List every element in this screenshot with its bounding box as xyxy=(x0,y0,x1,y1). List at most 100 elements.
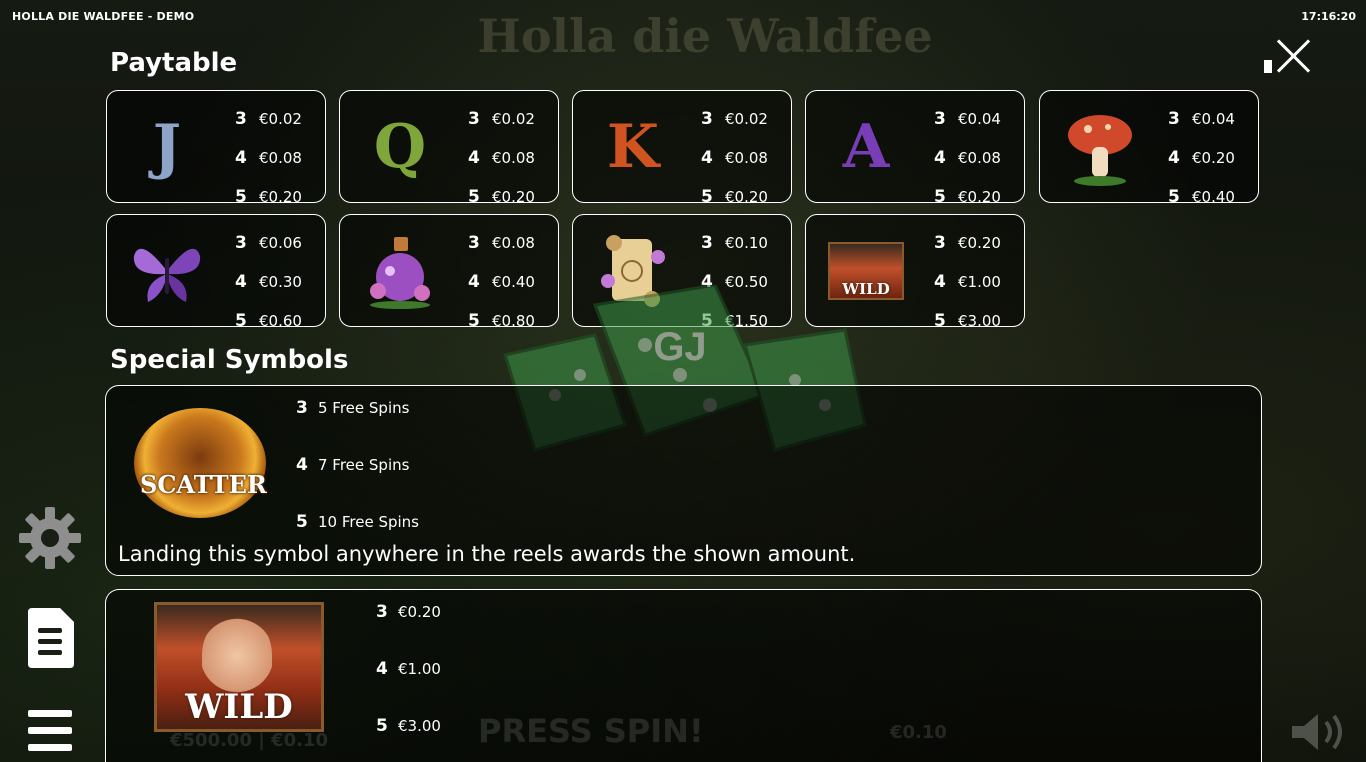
payout-value: €0.04 xyxy=(1192,109,1235,128)
match-count: 4 xyxy=(934,271,946,292)
scroll-indicator xyxy=(1264,60,1272,73)
match-count: 3 xyxy=(701,108,713,129)
symbol-card: 3 €0.04 4 €0.20 5 €0.40 xyxy=(1039,90,1259,207)
pay-row: 3 €0.20 xyxy=(934,223,1001,262)
gear-icon[interactable] xyxy=(17,505,83,571)
payout-value: €0.20 xyxy=(725,187,768,206)
match-count: 4 xyxy=(1168,147,1180,168)
payout-value: €0.30 xyxy=(259,272,302,291)
special-symbols-title: Special Symbols xyxy=(110,345,349,375)
match-count: 5 xyxy=(235,310,247,331)
mushroom-icon xyxy=(1060,107,1140,187)
match-count: 3 xyxy=(468,232,480,253)
payout-value: €0.20 xyxy=(958,233,1001,252)
wild-payout: €3.00 xyxy=(398,717,441,735)
pay-row: 5 €0.60 xyxy=(235,301,302,340)
match-count: 4 xyxy=(468,147,480,168)
pay-row: 4 €0.08 xyxy=(701,138,768,177)
match-count: 5 xyxy=(701,186,713,207)
scatter-icon xyxy=(134,408,266,518)
game-title: HOLLA DIE WALDFEE - DEMO xyxy=(12,10,195,23)
match-count: 3 xyxy=(235,232,247,253)
balance-ghost: €500.00 | €0.10 xyxy=(170,730,329,751)
paytable-document-icon[interactable] xyxy=(24,606,76,670)
scatter-award: 10 Free Spins xyxy=(318,513,419,531)
pay-row: 3 €0.02 xyxy=(235,99,302,138)
payout-value: €0.08 xyxy=(958,148,1001,167)
wild-count: 4 xyxy=(376,659,388,679)
symbol-card: A 3 €0.04 4 €0.08 5 €0.20 xyxy=(805,90,1025,207)
scatter-award: 5 Free Spins xyxy=(318,399,410,417)
scatter-symbol-label: SCATTER xyxy=(140,470,267,499)
pay-row: 5 €0.20 xyxy=(468,177,535,216)
close-button[interactable] xyxy=(1274,36,1314,76)
match-count: 5 xyxy=(468,186,480,207)
pay-row: 3 €0.08 xyxy=(468,223,535,262)
wild-count: 3 xyxy=(376,602,388,622)
potion-icon xyxy=(360,231,440,311)
payout-value: €0.06 xyxy=(259,233,302,252)
j-icon: J xyxy=(127,107,207,187)
symbol-card: K 3 €0.02 4 €0.08 5 €0.20 xyxy=(572,90,792,207)
pays-list: 3 €0.02 4 €0.08 5 €0.20 xyxy=(235,99,302,216)
pay-row: 4 €0.20 xyxy=(1168,138,1235,177)
pay-row: 3 €0.10 xyxy=(701,223,768,262)
symbol-letter: Q xyxy=(373,112,427,182)
match-count: 3 xyxy=(701,232,713,253)
wild-row: 4 €1.00 xyxy=(376,659,441,679)
background-game-logo: Holla die Waldfee xyxy=(477,9,933,63)
pay-row: 3 €0.04 xyxy=(1168,99,1235,138)
pays-list: 3 €0.20 4 €1.00 5 €3.00 xyxy=(934,223,1001,340)
payout-value: €0.20 xyxy=(1192,148,1235,167)
clock: 17:16:20 xyxy=(1301,10,1356,23)
match-count: 3 xyxy=(235,108,247,129)
scatter-row: 5 10 Free Spins xyxy=(296,512,419,532)
pay-row: 5 €0.20 xyxy=(934,177,1001,216)
match-count: 3 xyxy=(934,108,946,129)
payout-value: €0.20 xyxy=(958,187,1001,206)
scatter-card: SCATTER 3 5 Free Spins 4 7 Free Spins 5 … xyxy=(105,385,1262,576)
wild-row: 5 €3.00 xyxy=(376,716,441,736)
payout-value: €0.10 xyxy=(725,233,768,252)
pay-row: 5 €0.20 xyxy=(701,177,768,216)
payout-value: €0.02 xyxy=(259,109,302,128)
pay-row: 4 €1.00 xyxy=(934,262,1001,301)
match-count: 4 xyxy=(934,147,946,168)
payout-value: €0.08 xyxy=(725,148,768,167)
scatter-award: 7 Free Spins xyxy=(318,456,410,474)
payout-value: €0.08 xyxy=(259,148,302,167)
scatter-count: 4 xyxy=(296,455,308,475)
sound-icon[interactable] xyxy=(1290,712,1346,752)
press-spin-ghost: PRESS SPIN! xyxy=(478,712,704,750)
pays-list: 3 €0.04 4 €0.08 5 €0.20 xyxy=(934,99,1001,216)
pays-list: 3 €0.02 4 €0.08 5 €0.20 xyxy=(468,99,535,216)
pay-row: 4 €0.08 xyxy=(235,138,302,177)
match-count: 3 xyxy=(468,108,480,129)
match-count: 5 xyxy=(235,186,247,207)
pay-row: 3 €0.02 xyxy=(701,99,768,138)
match-count: 4 xyxy=(235,271,247,292)
payout-value: €0.20 xyxy=(259,187,302,206)
bet-ghost: €0.10 xyxy=(890,722,947,743)
payout-value: €0.08 xyxy=(492,233,535,252)
payout-value: €0.02 xyxy=(492,109,535,128)
payout-value: €0.60 xyxy=(259,311,302,330)
pay-row: 5 €0.40 xyxy=(1168,177,1235,216)
scatter-row: 3 5 Free Spins xyxy=(296,398,409,418)
a-icon: A xyxy=(826,107,906,187)
butterfly-icon xyxy=(127,231,207,311)
wild-row: 3 €0.20 xyxy=(376,602,441,622)
symbol-letter: K xyxy=(606,112,660,182)
pay-row: 5 €3.00 xyxy=(934,301,1001,340)
symbol-card: J 3 €0.02 4 €0.08 5 €0.20 xyxy=(106,90,326,207)
wild-icon: WILD xyxy=(154,602,324,732)
wild-payout: €0.20 xyxy=(398,603,441,621)
pay-row: 3 €0.06 xyxy=(235,223,302,262)
menu-icon[interactable] xyxy=(26,708,74,754)
scatter-description: Landing this symbol anywhere in the reel… xyxy=(118,542,856,566)
paytable-title: Paytable xyxy=(110,48,238,78)
wild-count: 5 xyxy=(376,716,388,736)
pays-list: 3 €0.06 4 €0.30 5 €0.60 xyxy=(235,223,302,340)
payout-value: €0.04 xyxy=(958,109,1001,128)
symbol-card: Q 3 €0.02 4 €0.08 5 €0.20 xyxy=(339,90,559,207)
